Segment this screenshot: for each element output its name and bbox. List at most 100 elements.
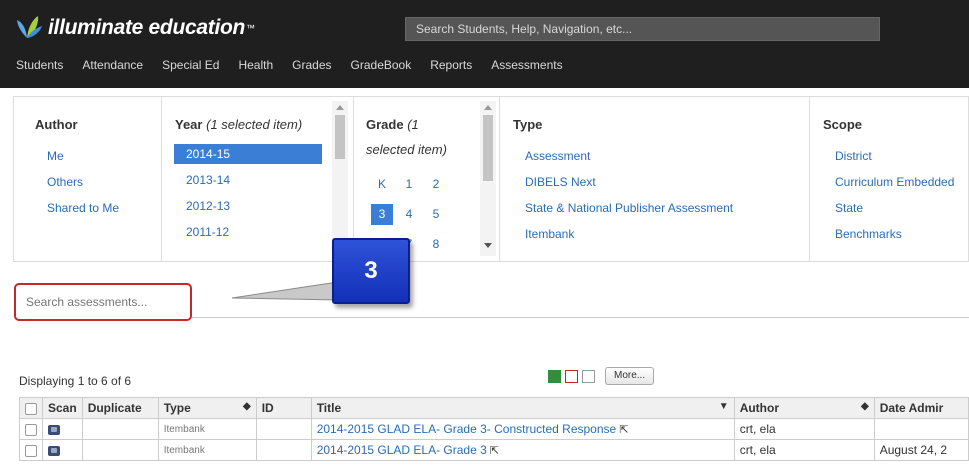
filter-type: Type Assessment DIBELS Next State & Nati…	[500, 97, 810, 261]
nav-special-ed[interactable]: Special Ed	[162, 58, 219, 72]
step-callout-badge: 3	[332, 238, 410, 304]
assessment-title-link[interactable]: 2014-2015 GLAD ELA- Grade 3- Constructed…	[317, 422, 617, 436]
search-assessments-box[interactable]	[14, 283, 192, 321]
filter-year: Year (1 selected item) 2014-15 2013-14 2…	[162, 97, 354, 261]
scope-benchmarks[interactable]: Benchmarks	[835, 227, 902, 241]
title-cell[interactable]: 2014-2015 GLAD ELA- Grade 3- Constructed…	[310, 418, 735, 440]
scope-curriculum-embedded[interactable]: Curriculum Embedded	[835, 175, 954, 189]
type-assessment[interactable]: Assessment	[525, 149, 590, 163]
sort-icon[interactable]: ◆	[861, 401, 869, 412]
date-cell: August 24, 2	[873, 439, 969, 461]
col-author[interactable]: Author ◆	[733, 397, 875, 419]
col-title[interactable]: Title ▼	[310, 397, 735, 419]
main-nav: Students Attendance Special Ed Health Gr…	[16, 58, 582, 72]
nav-reports[interactable]: Reports	[430, 58, 472, 72]
excel-export-icon[interactable]	[548, 369, 561, 383]
author-cell: crt, ela	[733, 439, 875, 461]
logo[interactable]: illuminate education ™	[14, 14, 255, 42]
filter-scope-title: Scope	[823, 117, 863, 132]
more-button[interactable]: More...	[605, 367, 655, 385]
nav-grades[interactable]: Grades	[292, 58, 331, 72]
grade-5[interactable]: 5	[425, 204, 447, 225]
grade-scrollbar[interactable]	[480, 101, 496, 256]
filter-scope: Scope District Curriculum Embedded State…	[810, 97, 969, 261]
grade-2[interactable]: 2	[425, 174, 447, 195]
document-export-icon[interactable]	[582, 369, 595, 383]
nav-gradebook[interactable]: GradeBook	[351, 58, 412, 72]
export-toolbar: More...	[548, 367, 655, 385]
year-option-selected[interactable]: 2014-15	[174, 144, 322, 164]
grade-4[interactable]: 4	[398, 204, 420, 225]
scan-icon[interactable]	[48, 424, 60, 435]
id-cell	[255, 418, 312, 440]
type-dibels[interactable]: DIBELS Next	[525, 175, 596, 189]
author-cell: crt, ela	[733, 418, 875, 440]
duplicate-cell	[81, 439, 159, 461]
filter-grade: Grade (1 selected item) K 1 2 3 4 5 7 8	[354, 97, 500, 261]
external-link-icon[interactable]: ⇱	[619, 424, 628, 436]
author-others[interactable]: Others	[47, 175, 83, 189]
col-type[interactable]: Type ◆	[157, 397, 257, 419]
scan-icon[interactable]	[48, 445, 60, 456]
date-cell	[873, 418, 969, 440]
grade-8[interactable]: 8	[425, 234, 447, 255]
logo-trademark: ™	[246, 23, 256, 33]
filter-type-title: Type	[513, 117, 543, 132]
table-row[interactable]: Itembank 2014-2015 GLAD ELA- Grade 3- Co…	[19, 418, 969, 440]
scroll-down-icon[interactable]	[484, 243, 492, 248]
filter-grade-title: Grade (1	[366, 117, 419, 132]
scroll-thumb[interactable]	[483, 115, 493, 181]
row-checkbox[interactable]	[25, 423, 37, 436]
type-itembank[interactable]: Itembank	[525, 227, 574, 241]
external-link-icon[interactable]: ⇱	[490, 445, 499, 457]
select-all-header[interactable]	[19, 397, 43, 419]
scope-district[interactable]: District	[835, 149, 872, 163]
grade-k[interactable]: K	[371, 174, 393, 195]
year-option[interactable]: 2011-12	[174, 222, 322, 242]
author-me[interactable]: Me	[47, 149, 64, 163]
row-select-cell[interactable]	[19, 418, 43, 440]
nav-students[interactable]: Students	[16, 58, 63, 72]
search-assessments-input[interactable]	[16, 285, 190, 319]
table-row[interactable]: Itembank 2014-2015 GLAD ELA- Grade 3 ⇱ cr…	[19, 439, 969, 461]
scope-state[interactable]: State	[835, 201, 863, 215]
assessment-title-link[interactable]: 2014-2015 GLAD ELA- Grade 3	[317, 443, 487, 457]
global-search-input[interactable]: Search Students, Help, Navigation, etc..…	[405, 17, 880, 41]
scan-cell[interactable]	[42, 439, 83, 461]
filter-author-title: Author	[35, 117, 78, 132]
pdf-export-icon[interactable]	[565, 369, 578, 383]
year-option[interactable]: 2012-13	[174, 196, 322, 216]
col-scan: Scan	[42, 397, 83, 419]
author-shared[interactable]: Shared to Me	[47, 201, 119, 215]
col-id[interactable]: ID	[255, 397, 312, 419]
year-option[interactable]: 2013-14	[174, 170, 322, 190]
nav-health[interactable]: Health	[238, 58, 273, 72]
nav-assessments[interactable]: Assessments	[491, 58, 562, 72]
duplicate-cell	[81, 418, 159, 440]
col-duplicate: Duplicate	[81, 397, 159, 419]
title-cell[interactable]: 2014-2015 GLAD ELA- Grade 3 ⇱	[310, 439, 735, 461]
year-scrollbar[interactable]	[332, 101, 348, 256]
scroll-up-icon[interactable]	[484, 105, 492, 110]
id-cell	[255, 439, 312, 461]
sort-icon[interactable]: ◆	[243, 401, 251, 412]
type-state-national[interactable]: State & National Publisher Assessment	[525, 201, 733, 215]
select-all-checkbox[interactable]	[25, 402, 37, 415]
scroll-thumb[interactable]	[335, 115, 345, 159]
type-cell: Itembank	[157, 439, 257, 461]
filter-author: Author Me Others Shared to Me	[14, 97, 162, 261]
search-underline	[192, 317, 969, 318]
row-checkbox[interactable]	[25, 444, 37, 457]
row-select-cell[interactable]	[19, 439, 43, 461]
scroll-up-icon[interactable]	[336, 105, 344, 110]
grade-3-selected[interactable]: 3	[371, 204, 393, 225]
nav-attendance[interactable]: Attendance	[82, 58, 143, 72]
filter-year-title: Year (1 selected item)	[175, 117, 303, 132]
top-bar: illuminate education ™ Search Students, …	[0, 0, 969, 88]
col-date-administered[interactable]: Date Admir	[873, 397, 969, 419]
sort-desc-icon[interactable]: ▼	[719, 401, 729, 412]
scan-cell[interactable]	[42, 418, 83, 440]
filter-grade-note: selected item)	[366, 142, 447, 157]
logo-leaf-icon	[14, 14, 44, 42]
grade-1[interactable]: 1	[398, 174, 420, 195]
